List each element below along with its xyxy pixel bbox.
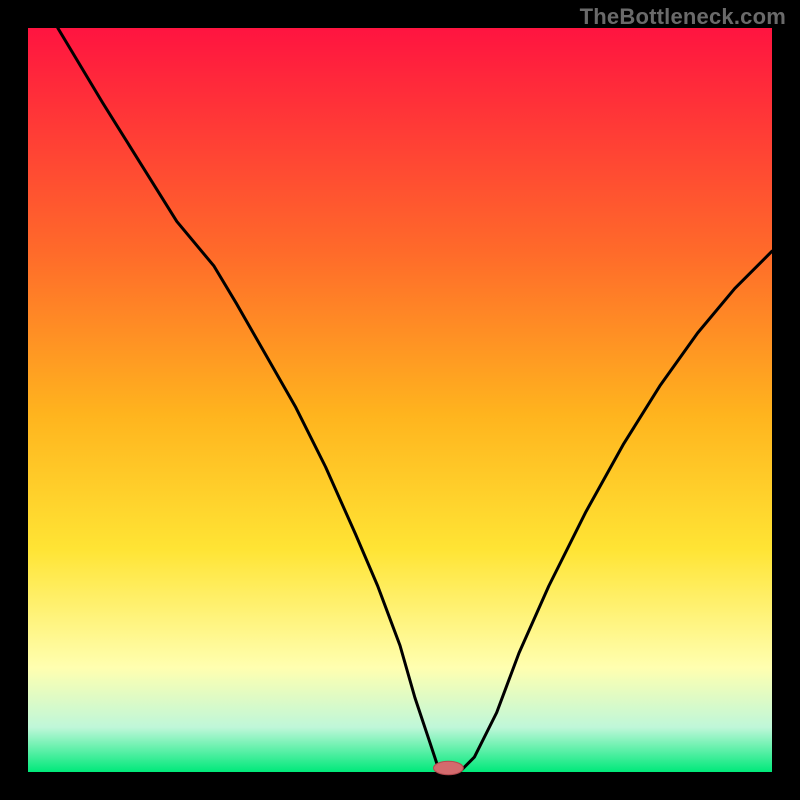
chart-frame: { "watermark": "TheBottleneck.com", "col… <box>0 0 800 800</box>
plot-area <box>28 28 772 775</box>
watermark-text: TheBottleneck.com <box>580 4 786 30</box>
bottleneck-chart <box>0 0 800 800</box>
optimum-marker <box>434 761 464 774</box>
